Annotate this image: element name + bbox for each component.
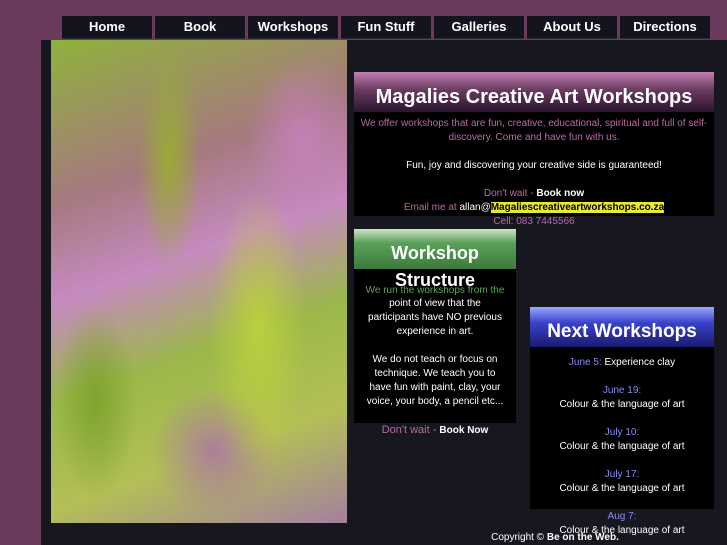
intro-book-now-link[interactable]: Book now <box>536 188 584 199</box>
event-1: June 5: Experience clay <box>530 357 714 368</box>
nav-fun-stuff[interactable]: Fun Stuff <box>341 16 431 39</box>
nav-book[interactable]: Book <box>155 16 245 39</box>
email-user: allan@ <box>459 202 491 213</box>
structure-cta: Don't wait - Book Now <box>354 424 516 436</box>
structure-p1-2: point of view that the <box>389 298 481 309</box>
structure-book-now-link[interactable]: Book Now <box>439 425 488 436</box>
structure-p2-1: We do not teach or focus on <box>372 354 498 365</box>
nav-galleries[interactable]: Galleries <box>434 16 524 39</box>
nav-home[interactable]: Home <box>62 16 152 39</box>
structure-title-1: Workshop <box>391 243 479 263</box>
event-2-date: June 19: <box>602 385 642 396</box>
event-1-date: June 5: <box>568 357 602 368</box>
intro-cta: Don't wait - Book now <box>354 188 714 199</box>
intro-email: Email me at allan@Magaliescreativeartwor… <box>354 202 714 213</box>
event-3-desc: Colour & the language of art <box>559 441 685 452</box>
event-4-desc: Colour & the language of art <box>559 483 685 494</box>
structure-p1-1: We run the workshops from the <box>365 285 505 296</box>
hero-photo <box>51 40 347 523</box>
email-prefix: Email me at <box>403 202 460 213</box>
event-3-date: July 10: <box>604 427 640 438</box>
footer-link[interactable]: Be on the Web. <box>547 532 619 543</box>
intro-text-2: discovery. Come and have fun with us. <box>448 132 620 143</box>
intro-guarantee: Fun, joy and discovering your creative s… <box>406 160 662 171</box>
structure-p2-3: have fun with paint, clay, your <box>369 382 501 393</box>
nav-about-us[interactable]: About Us <box>527 16 617 39</box>
email-link[interactable]: Magaliescreativeartworkshops.co.za <box>490 202 665 213</box>
structure-p2-2: technique. We teach you to <box>374 368 496 379</box>
event-2-desc: Colour & the language of art <box>559 399 685 410</box>
structure-p1-4: experience in art. <box>396 326 474 337</box>
structure-p2-4: voice, your body, a pencil etc... <box>366 396 504 407</box>
intro-dont-wait: Don't wait - <box>483 188 537 199</box>
structure-dont-wait: Don't wait - <box>381 424 440 436</box>
structure-p1-3: participants have NO previous <box>368 312 502 323</box>
footer-copyright: Copyright © Be on the Web. <box>470 532 640 543</box>
footer-prefix: Copyright © <box>491 532 547 543</box>
structure-title: Workshop <box>354 229 516 269</box>
event-1-desc: Experience clay <box>601 357 676 368</box>
intro-title: Magalies Creative Art Workshops <box>354 72 714 112</box>
nav-workshops[interactable]: Workshops <box>248 16 338 39</box>
nav-directions[interactable]: Directions <box>620 16 710 39</box>
next-title: Next Workshops <box>530 307 714 347</box>
intro-text-1: We offer workshops that are fun, creativ… <box>360 118 708 129</box>
event-4-date: July 17: <box>604 469 640 480</box>
event-5-date: Aug 7: <box>607 511 637 522</box>
intro-cell: Cell: 083 7445566 <box>493 216 575 227</box>
